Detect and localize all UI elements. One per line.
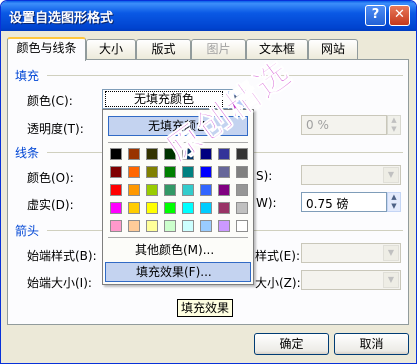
- color-swatch[interactable]: [200, 166, 212, 178]
- tooltip: 填充效果: [177, 299, 234, 317]
- color-swatch[interactable]: [146, 148, 158, 160]
- arrows-section-title: 箭头: [15, 224, 40, 238]
- color-swatch[interactable]: [110, 202, 122, 214]
- close-icon[interactable]: ✕: [389, 5, 410, 26]
- ok-button[interactable]: 确定: [254, 333, 329, 355]
- color-swatch[interactable]: [218, 202, 230, 214]
- color-swatch[interactable]: [146, 184, 158, 196]
- color-swatch[interactable]: [164, 184, 176, 196]
- end-size-label: 大小(Z):: [255, 276, 301, 290]
- color-swatch[interactable]: [218, 220, 230, 232]
- color-swatch[interactable]: [182, 184, 194, 196]
- title-bar[interactable]: 设置自选图形格式 ? ✕: [1, 1, 416, 31]
- format-autoshape-dialog: 设置自选图形格式 ? ✕ 颜色与线条 大小 版式 图片 文本框 网站 填充 颜色…: [0, 0, 417, 364]
- color-swatch[interactable]: [146, 220, 158, 232]
- line-weight-spinner[interactable]: ▲ ▼: [387, 192, 401, 212]
- line-weight-input[interactable]: 0.75 磅: [301, 192, 387, 212]
- end-size-dropdown: ▼: [301, 270, 401, 290]
- color-swatch[interactable]: [236, 148, 248, 160]
- line-weight-label: W):: [256, 196, 277, 210]
- color-swatch[interactable]: [110, 220, 122, 232]
- color-swatch[interactable]: [236, 220, 248, 232]
- line-style-label: S):: [256, 169, 273, 183]
- color-swatch[interactable]: [218, 166, 230, 178]
- end-style-dropdown: ▼: [301, 243, 401, 263]
- begin-style-label: 始端样式(B):: [27, 249, 97, 263]
- color-swatch[interactable]: [128, 166, 140, 178]
- transparency-input: 0 %: [301, 115, 387, 135]
- begin-size-label: 始端大小(I):: [27, 276, 92, 290]
- line-section-title: 线条: [15, 146, 40, 160]
- color-swatch[interactable]: [110, 166, 122, 178]
- color-swatch[interactable]: [236, 166, 248, 178]
- color-swatch[interactable]: [128, 202, 140, 214]
- color-swatch[interactable]: [164, 220, 176, 232]
- color-swatch[interactable]: [146, 166, 158, 178]
- fill-effects-option[interactable]: 填充效果(F)...: [105, 262, 251, 282]
- tab-colors-lines[interactable]: 颜色与线条: [7, 37, 86, 61]
- line-color-label: 颜色(O):: [27, 171, 74, 185]
- color-swatch[interactable]: [200, 202, 212, 214]
- color-swatch[interactable]: [200, 220, 212, 232]
- color-swatch[interactable]: [110, 184, 122, 196]
- fill-section-title: 填充: [15, 69, 40, 83]
- divider: [47, 75, 403, 76]
- question-icon[interactable]: ?: [365, 5, 386, 26]
- line-style-dropdown: ▼: [301, 165, 401, 185]
- dash-label: 虚实(D):: [27, 198, 74, 212]
- tab-size[interactable]: 大小: [86, 39, 136, 60]
- dialog-title: 设置自选图形格式: [9, 11, 114, 26]
- more-colors-option[interactable]: 其他颜色(M)...: [105, 241, 251, 261]
- transparency-spinner: ▲ ▼: [387, 115, 401, 135]
- color-swatch[interactable]: [182, 220, 194, 232]
- transparency-label: 透明度(T):: [27, 122, 84, 136]
- end-style-label: 样式(E):: [255, 249, 300, 263]
- color-swatch[interactable]: [236, 202, 248, 214]
- color-swatch[interactable]: [182, 202, 194, 214]
- color-swatch[interactable]: [236, 184, 248, 196]
- fill-color-label: 颜色(C):: [27, 94, 73, 108]
- color-swatch[interactable]: [146, 202, 158, 214]
- color-swatch[interactable]: [110, 148, 122, 160]
- tab-picture: 图片: [191, 39, 246, 60]
- divider: [108, 237, 248, 238]
- color-swatch[interactable]: [128, 148, 140, 160]
- color-swatch[interactable]: [128, 220, 140, 232]
- color-swatch[interactable]: [128, 184, 140, 196]
- color-swatch[interactable]: [200, 184, 212, 196]
- cancel-button[interactable]: 取消: [334, 333, 409, 355]
- color-swatch[interactable]: [218, 148, 230, 160]
- color-swatch[interactable]: [164, 202, 176, 214]
- color-swatch[interactable]: [164, 166, 176, 178]
- color-swatch[interactable]: [218, 184, 230, 196]
- tab-layout[interactable]: 版式: [136, 39, 191, 60]
- tab-website[interactable]: 网站: [308, 39, 358, 60]
